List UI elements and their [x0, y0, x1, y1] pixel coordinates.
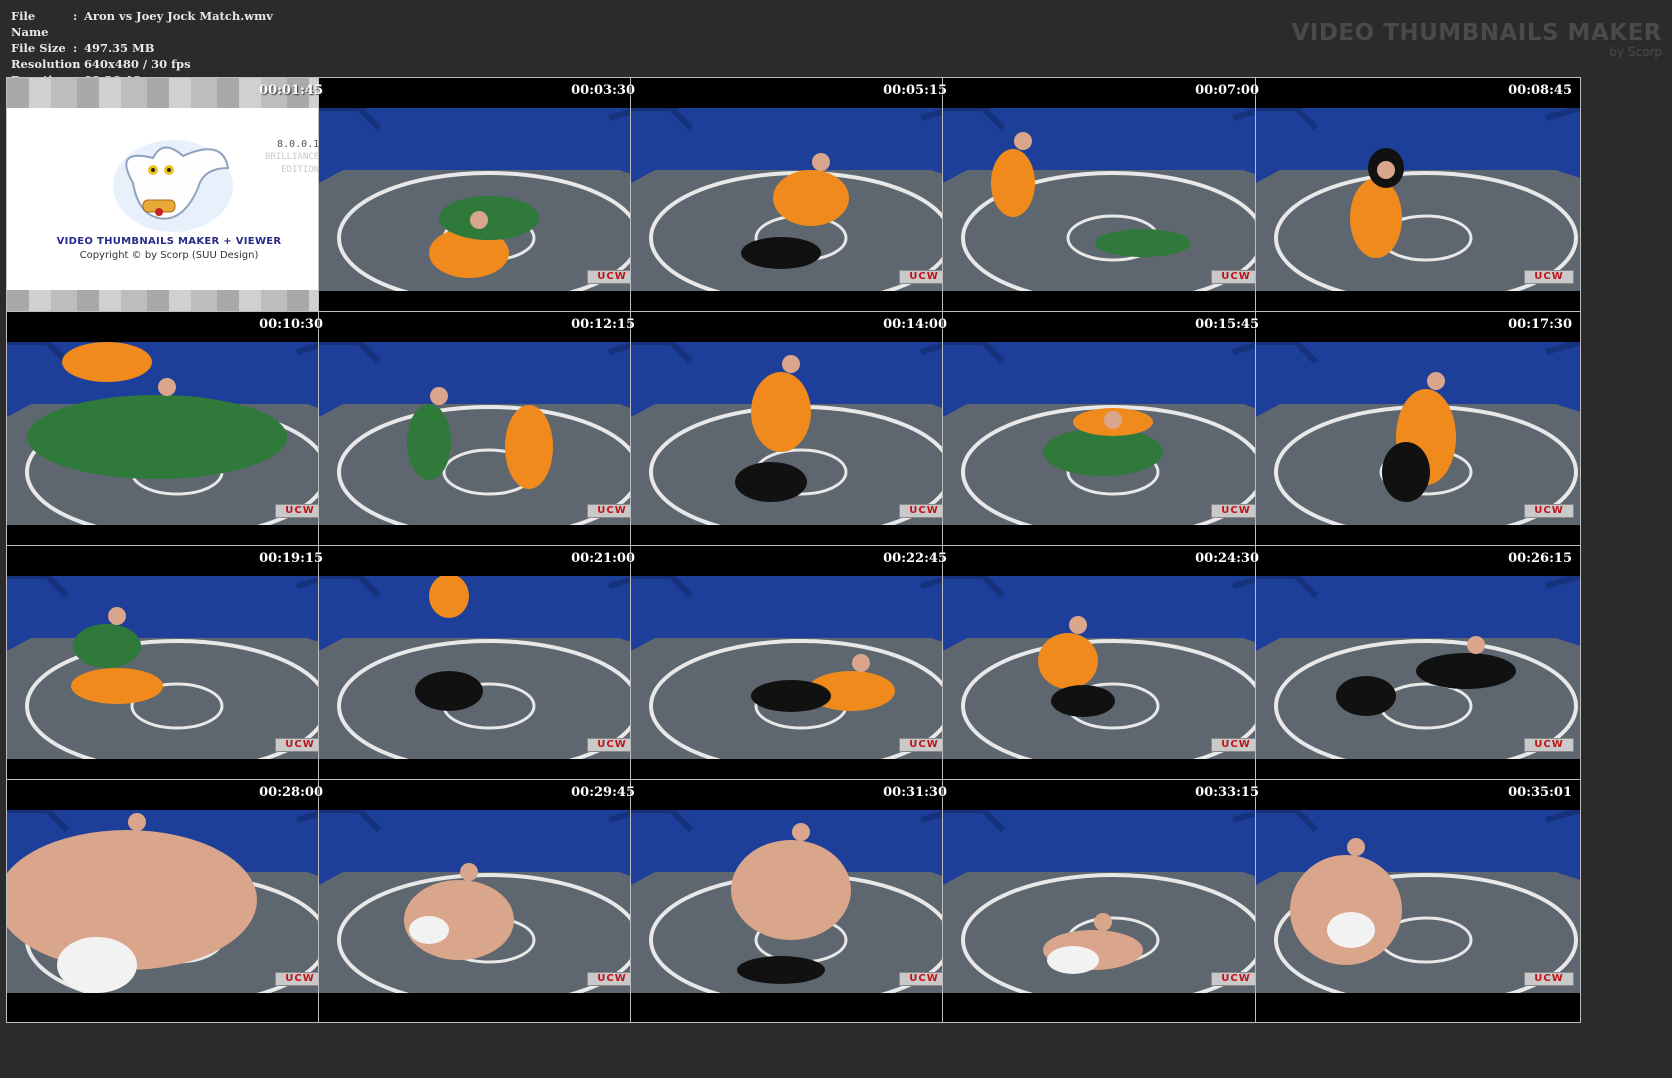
- thumbnail-frame: [1256, 576, 1580, 759]
- video-thumbnail[interactable]: 00:12:15 UCW: [318, 311, 644, 555]
- splash-thumbnail[interactable]: 00:01:45 8.0.0.1 BRILLIANCE EDITION VIDE…: [6, 77, 332, 321]
- thumbnail-timestamp: 00:17:30: [1508, 317, 1572, 332]
- brand-logo: VIDEO THUMBNAILS MAKER by Scorp: [1291, 20, 1662, 58]
- thumbnail-frame: [1256, 342, 1580, 525]
- version-info: 8.0.0.1 BRILLIANCE EDITION: [265, 138, 319, 177]
- edition-line: EDITION: [281, 165, 320, 175]
- version-number: 8.0.0.1: [277, 139, 320, 150]
- brand-subtitle: by Scorp: [1609, 45, 1662, 59]
- ucw-watermark: UCW: [1524, 738, 1574, 752]
- video-thumbnail[interactable]: 00:22:45 UCW: [630, 545, 956, 789]
- thumbnail-frame: [631, 108, 955, 291]
- thumbnail-frame: [943, 342, 1267, 525]
- thumbnail-timestamp: 00:29:45: [571, 785, 635, 800]
- resolution-value: 640x480 / 30 fps: [84, 57, 191, 71]
- owl-logo-icon: [113, 140, 233, 232]
- video-thumbnail[interactable]: 00:31:30 UCW: [630, 779, 956, 1023]
- separator: :: [73, 41, 78, 55]
- thumbnail-frame: [319, 810, 643, 993]
- thumbnail-timestamp: 00:21:00: [571, 551, 635, 566]
- thumbnail-timestamp: 00:07:00: [1195, 83, 1259, 98]
- video-thumbnail[interactable]: 00:35:01 UCW: [1255, 779, 1581, 1023]
- thumbnail-timestamp: 00:15:45: [1195, 317, 1259, 332]
- thumbnail-timestamp: 00:28:00: [259, 785, 323, 800]
- thumbnail-frame: [1256, 108, 1580, 291]
- thumbnail-frame: [631, 342, 955, 525]
- video-thumbnail[interactable]: 00:03:30 UCW: [318, 77, 644, 321]
- video-thumbnail[interactable]: 00:14:00 UCW: [630, 311, 956, 555]
- file-name-value: Aron vs Joey Jock Match.wmv: [84, 9, 273, 23]
- thumbnail-frame: [7, 342, 331, 525]
- resolution-label: Resolution: [11, 57, 81, 71]
- thumbnail-timestamp: 00:05:15: [883, 83, 947, 98]
- ucw-watermark: UCW: [1211, 270, 1261, 284]
- thumbnail-frame: [7, 576, 331, 759]
- ucw-watermark: UCW: [1524, 504, 1574, 518]
- thumbnail-frame: [943, 576, 1267, 759]
- thumbnail-timestamp: 00:31:30: [883, 785, 947, 800]
- video-thumbnail[interactable]: 00:17:30 UCW: [1255, 311, 1581, 555]
- separator: :: [73, 57, 78, 71]
- thumbnail-timestamp: 00:33:15: [1195, 785, 1259, 800]
- thumbnail-frame: [7, 810, 331, 993]
- thumbnail-timestamp: 00:24:30: [1195, 551, 1259, 566]
- thumbnail-timestamp: 00:12:15: [571, 317, 635, 332]
- video-thumbnail[interactable]: 00:10:30 UCW: [6, 311, 332, 555]
- file-name-row: File Name : Aron vs Joey Jock Match.wmv: [11, 8, 273, 40]
- video-thumbnail[interactable]: 00:21:00 UCW: [318, 545, 644, 789]
- ucw-watermark: UCW: [1211, 504, 1261, 518]
- thumbnail-frame: [943, 810, 1267, 993]
- thumbnail-timestamp: 00:03:30: [571, 83, 635, 98]
- thumbnail-timestamp: 00:14:00: [883, 317, 947, 332]
- separator: :: [73, 9, 78, 23]
- thumbnail-frame: [319, 576, 643, 759]
- thumbnail-timestamp: 00:10:30: [259, 317, 323, 332]
- file-size-value: 497.35 MB: [84, 41, 155, 55]
- thumbnail-frame: [631, 576, 955, 759]
- video-thumbnail[interactable]: 00:33:15 UCW: [942, 779, 1268, 1023]
- ucw-watermark: UCW: [1524, 972, 1574, 986]
- thumbnail-timestamp: 00:19:15: [259, 551, 323, 566]
- brand-title: VIDEO THUMBNAILS MAKER: [1291, 20, 1662, 46]
- thumbnail-timestamp: 00:01:45: [259, 83, 323, 98]
- thumbnail-timestamp: 00:08:45: [1508, 83, 1572, 98]
- resolution-row: Resolution : 640x480 / 30 fps: [11, 56, 273, 72]
- header: File Name : Aron vs Joey Jock Match.wmv …: [0, 0, 1672, 87]
- thumbnail-frame: [631, 810, 955, 993]
- ucw-watermark: UCW: [1211, 738, 1261, 752]
- video-thumbnail[interactable]: 00:28:00 UCW: [6, 779, 332, 1023]
- thumbnail-timestamp: 00:22:45: [883, 551, 947, 566]
- file-size-row: File Size : 497.35 MB: [11, 40, 273, 56]
- video-thumbnail[interactable]: 00:24:30 UCW: [942, 545, 1268, 789]
- thumbnail-timestamp: 00:35:01: [1508, 785, 1572, 800]
- splash-title: VIDEO THUMBNAILS MAKER + VIEWER: [56, 236, 282, 247]
- thumbnail-timestamp: 00:26:15: [1508, 551, 1572, 566]
- file-size-label: File Size: [11, 41, 66, 55]
- video-thumbnail[interactable]: 00:29:45 UCW: [318, 779, 644, 1023]
- video-thumbnail[interactable]: 00:15:45 UCW: [942, 311, 1268, 555]
- file-info: File Name : Aron vs Joey Jock Match.wmv …: [11, 8, 273, 88]
- video-thumbnail[interactable]: 00:07:00 UCW: [942, 77, 1268, 321]
- thumbnail-frame: [319, 108, 643, 291]
- ucw-watermark: UCW: [1211, 972, 1261, 986]
- video-thumbnail[interactable]: 00:05:15 UCW: [630, 77, 956, 321]
- thumbnail-frame: [943, 108, 1267, 291]
- splash-copyright: Copyright © by Scorp (SUU Design): [79, 250, 259, 261]
- video-thumbnail[interactable]: 00:08:45 UCW: [1255, 77, 1581, 321]
- thumbnail-frame: [1256, 810, 1580, 993]
- video-thumbnail[interactable]: 00:19:15 UCW: [6, 545, 332, 789]
- edition-line: BRILLIANCE: [265, 152, 320, 162]
- file-name-label: File Name: [11, 9, 49, 39]
- thumbnail-frame: [319, 342, 643, 525]
- ucw-watermark: UCW: [1524, 270, 1574, 284]
- video-thumbnail[interactable]: 00:26:15 UCW: [1255, 545, 1581, 789]
